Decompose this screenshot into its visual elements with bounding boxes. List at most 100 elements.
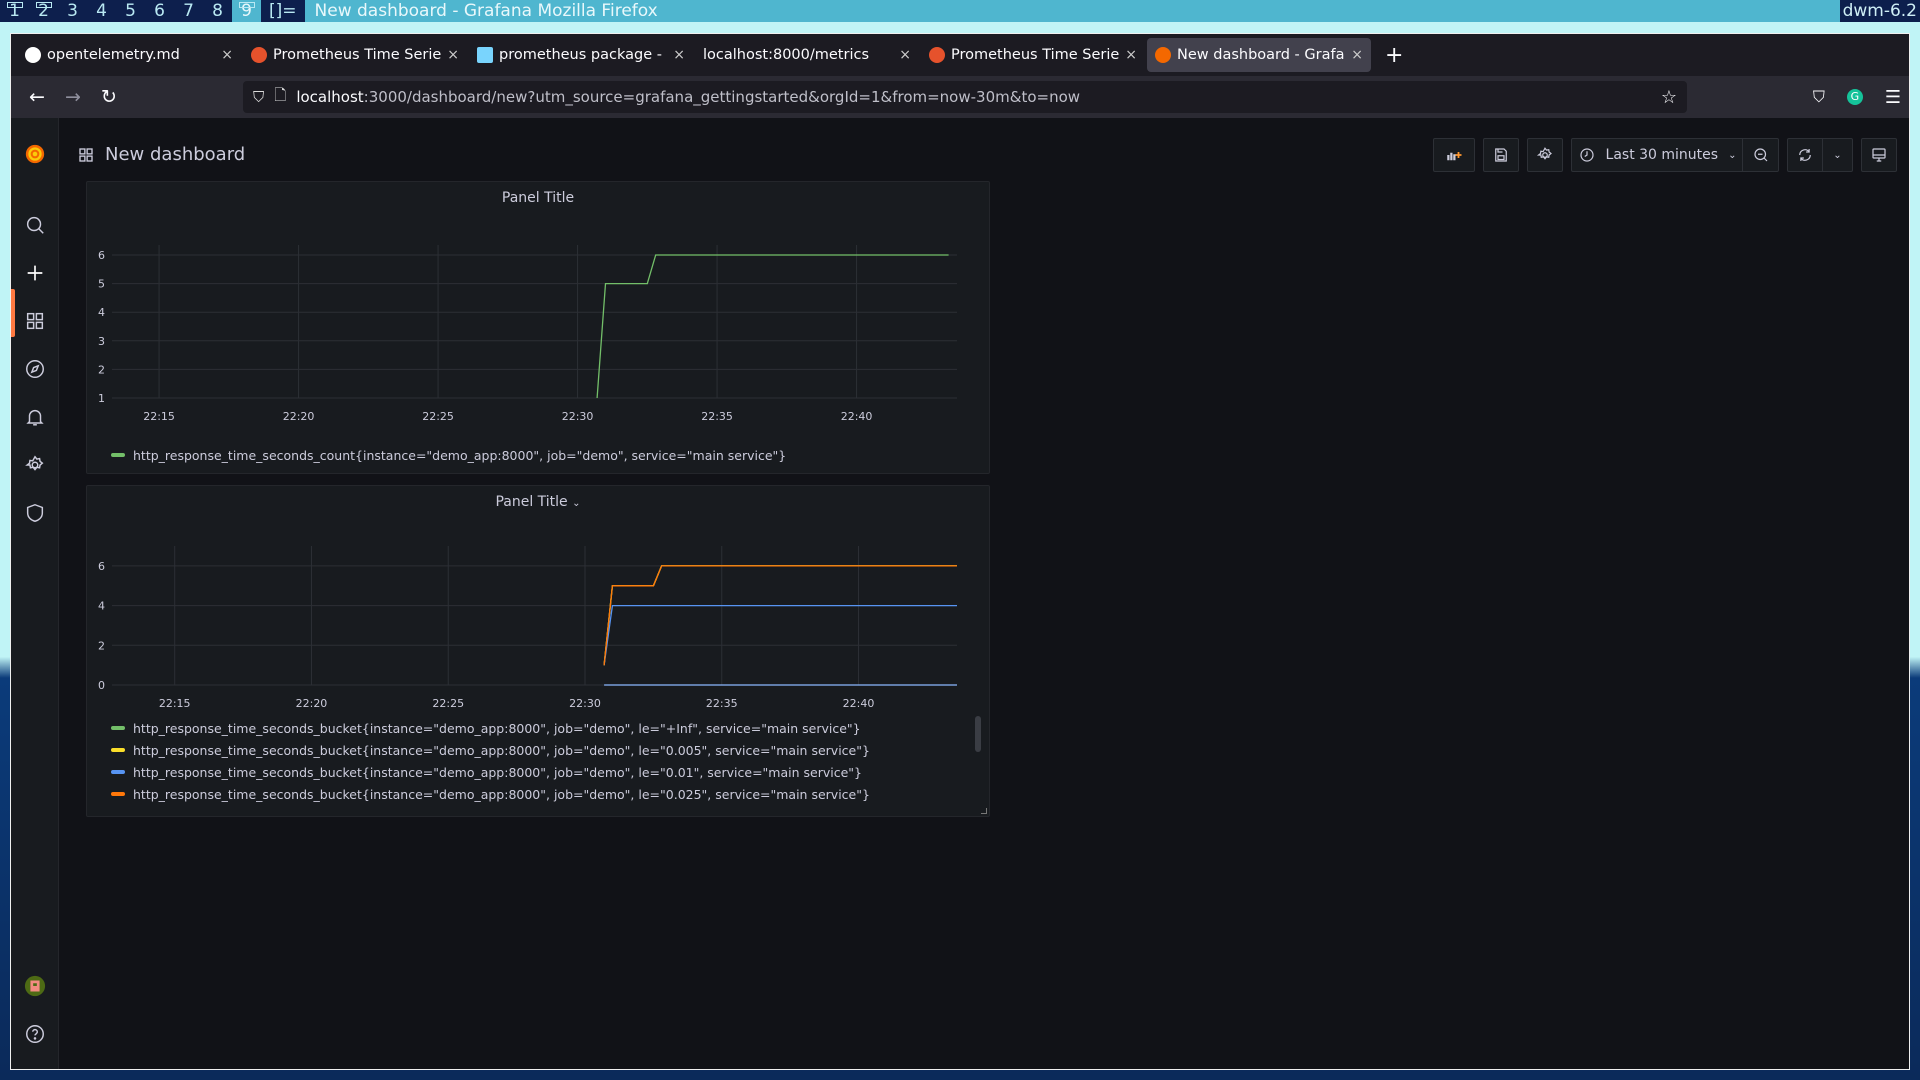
legend-item[interactable]: http_response_time_seconds_bucket{instan… xyxy=(111,739,870,761)
y-tick-label: 2 xyxy=(98,639,105,652)
explore-compass-icon[interactable] xyxy=(11,345,59,393)
legend-label[interactable]: http_response_time_seconds_bucket{instan… xyxy=(133,787,870,802)
wm-tag-4[interactable]: 4 xyxy=(87,0,116,22)
x-tick-label: 22:40 xyxy=(841,410,873,423)
wm-tag-8[interactable]: 8 xyxy=(203,0,232,22)
wm-tag-6[interactable]: 6 xyxy=(145,0,174,22)
close-tab-icon[interactable]: × xyxy=(673,47,685,63)
close-tab-icon[interactable]: × xyxy=(221,47,233,63)
dashboard-settings-button[interactable] xyxy=(1527,138,1563,172)
server-admin-shield-icon[interactable] xyxy=(11,489,59,537)
wm-tag-9[interactable]: 9 xyxy=(232,0,261,22)
wm-tag-5[interactable]: 5 xyxy=(116,0,145,22)
legend-item[interactable]: http_response_time_seconds_bucket{instan… xyxy=(111,783,870,805)
dashboard-title-text[interactable]: New dashboard xyxy=(105,144,245,165)
url-bar[interactable]: ⛉ 🗋 localhost:3000/dashboard/new?utm_sou… xyxy=(243,81,1687,113)
shield-icon[interactable]: ⛉ xyxy=(253,88,264,106)
panel-1-graph[interactable]: 1 2 3 4 5 6 22:15 22:20 22:25 22:30 22:35 22:40 xyxy=(87,212,991,472)
series-line[interactable] xyxy=(603,565,957,666)
menu-icon[interactable]: ☰ xyxy=(1885,87,1901,108)
add-panel-button[interactable] xyxy=(1433,138,1475,172)
tab-label: New dashboard - Grafana xyxy=(1177,47,1346,63)
github-icon xyxy=(25,47,41,63)
wm-layout-symbol[interactable]: []= xyxy=(261,0,305,22)
legend-color-swatch xyxy=(111,770,125,774)
close-tab-icon[interactable]: × xyxy=(1125,47,1137,63)
browser-tab[interactable]: Prometheus Time Series (× xyxy=(921,38,1145,72)
resize-handle[interactable] xyxy=(981,808,987,814)
panel-2-graph[interactable]: 0 2 4 6 22:15 22:20 22:25 22:30 22:35 22:40 xyxy=(87,516,990,746)
bookmark-star-icon[interactable]: ☆ xyxy=(1661,87,1677,108)
browser-tab[interactable]: opentelemetry.md × xyxy=(17,38,241,72)
browser-tab[interactable]: localhost:8000/metrics × xyxy=(695,38,919,72)
panel-1[interactable]: Panel Title 1 2 3 4 5 6 22:15 22:20 22:25 22:30 22… xyxy=(86,181,990,474)
dashboard-grid-icon xyxy=(79,147,93,162)
legend-label[interactable]: http_response_time_seconds_bucket{instan… xyxy=(133,743,870,758)
panel-title[interactable]: Panel Title ⌄ xyxy=(87,494,989,510)
tv-mode-button[interactable] xyxy=(1861,138,1897,172)
close-tab-icon[interactable]: × xyxy=(1351,47,1363,63)
forward-button[interactable]: → xyxy=(55,86,91,108)
y-tick-label: 2 xyxy=(98,363,105,376)
legend-label[interactable]: http_response_time_seconds_bucket{instan… xyxy=(133,809,862,810)
wm-tag-3[interactable]: 3 xyxy=(58,0,87,22)
dashboards-icon[interactable] xyxy=(11,297,59,345)
wm-tag-1[interactable]: 1 xyxy=(0,0,29,22)
chevron-down-icon: ⌄ xyxy=(1728,149,1737,161)
browser-tab[interactable]: New dashboard - Grafana × xyxy=(1147,38,1371,72)
x-tick-label: 22:40 xyxy=(843,697,875,710)
series-line[interactable] xyxy=(596,254,949,399)
browser-tab[interactable]: Prometheus Time Series (× xyxy=(243,38,467,72)
x-tick-label: 22:20 xyxy=(283,410,315,423)
legend-item[interactable]: http_response_time_seconds_bucket{instan… xyxy=(111,805,870,810)
panel-title-text[interactable]: Panel Title xyxy=(495,494,567,510)
panel-2[interactable]: Panel Title ⌄ 0 2 4 6 22:15 22:20 22:25 22:30 22… xyxy=(86,485,990,817)
pocket-icon[interactable]: ⛉ xyxy=(1813,87,1825,107)
plus-icon[interactable] xyxy=(11,249,59,297)
time-range-picker[interactable]: Last 30 minutes ⌄ xyxy=(1571,138,1743,172)
zoom-out-button[interactable] xyxy=(1743,138,1779,172)
wm-tags: 123456789 xyxy=(0,0,261,22)
legend-label[interactable]: http_response_time_seconds_count{instanc… xyxy=(133,448,786,463)
search-icon[interactable] xyxy=(11,201,59,249)
legend-item[interactable]: http_response_time_seconds_count{instanc… xyxy=(111,444,786,466)
refresh-button[interactable] xyxy=(1787,138,1823,172)
alerting-bell-icon[interactable] xyxy=(11,393,59,441)
grammarly-icon[interactable]: G xyxy=(1846,89,1863,105)
sidebar xyxy=(11,118,59,1069)
grafana-logo-icon[interactable] xyxy=(11,130,59,178)
grafana-icon xyxy=(1155,47,1171,63)
reload-button[interactable]: ↻ xyxy=(91,86,127,108)
y-tick-label: 0 xyxy=(98,679,105,692)
legend-item[interactable]: http_response_time_seconds_bucket{instan… xyxy=(111,761,870,783)
legend-scrollbar[interactable] xyxy=(975,716,981,752)
save-dashboard-button[interactable] xyxy=(1483,138,1519,172)
help-icon[interactable] xyxy=(11,1010,59,1058)
panel-title[interactable]: Panel Title xyxy=(87,190,989,206)
legend-label[interactable]: http_response_time_seconds_bucket{instan… xyxy=(133,721,861,736)
legend-item[interactable]: http_response_time_seconds_bucket{instan… xyxy=(111,717,870,739)
configuration-gear-icon[interactable] xyxy=(11,441,59,489)
x-tick-label: 22:35 xyxy=(706,697,738,710)
gear-icon xyxy=(1536,147,1552,160)
url-path: :3000/dashboard/new?utm_source=grafana_g… xyxy=(363,88,1081,106)
series-line[interactable] xyxy=(603,565,957,666)
back-button[interactable]: ← xyxy=(19,86,55,108)
page-icon: 🗋 xyxy=(274,85,287,104)
wm-tag-7[interactable]: 7 xyxy=(174,0,203,22)
new-tab-button[interactable]: + xyxy=(1385,43,1403,68)
y-tick-label: 1 xyxy=(98,392,105,405)
wm-tag-2[interactable]: 2 xyxy=(29,0,58,22)
panel-menu-chevron-icon[interactable]: ⌄ xyxy=(572,498,580,509)
legend-label[interactable]: http_response_time_seconds_bucket{instan… xyxy=(133,765,862,780)
close-tab-icon[interactable]: × xyxy=(447,47,459,63)
close-tab-icon[interactable]: × xyxy=(899,47,911,63)
user-avatar[interactable] xyxy=(11,962,59,1010)
url-host: localhost xyxy=(296,88,364,106)
refresh-interval-dropdown[interactable]: ⌄ xyxy=(1823,138,1853,172)
gopher-icon xyxy=(477,47,493,63)
browser-tab[interactable]: prometheus package - git × xyxy=(469,38,693,72)
series-line[interactable] xyxy=(603,565,957,666)
series-line[interactable] xyxy=(603,604,957,666)
y-tick-label: 5 xyxy=(98,278,105,291)
